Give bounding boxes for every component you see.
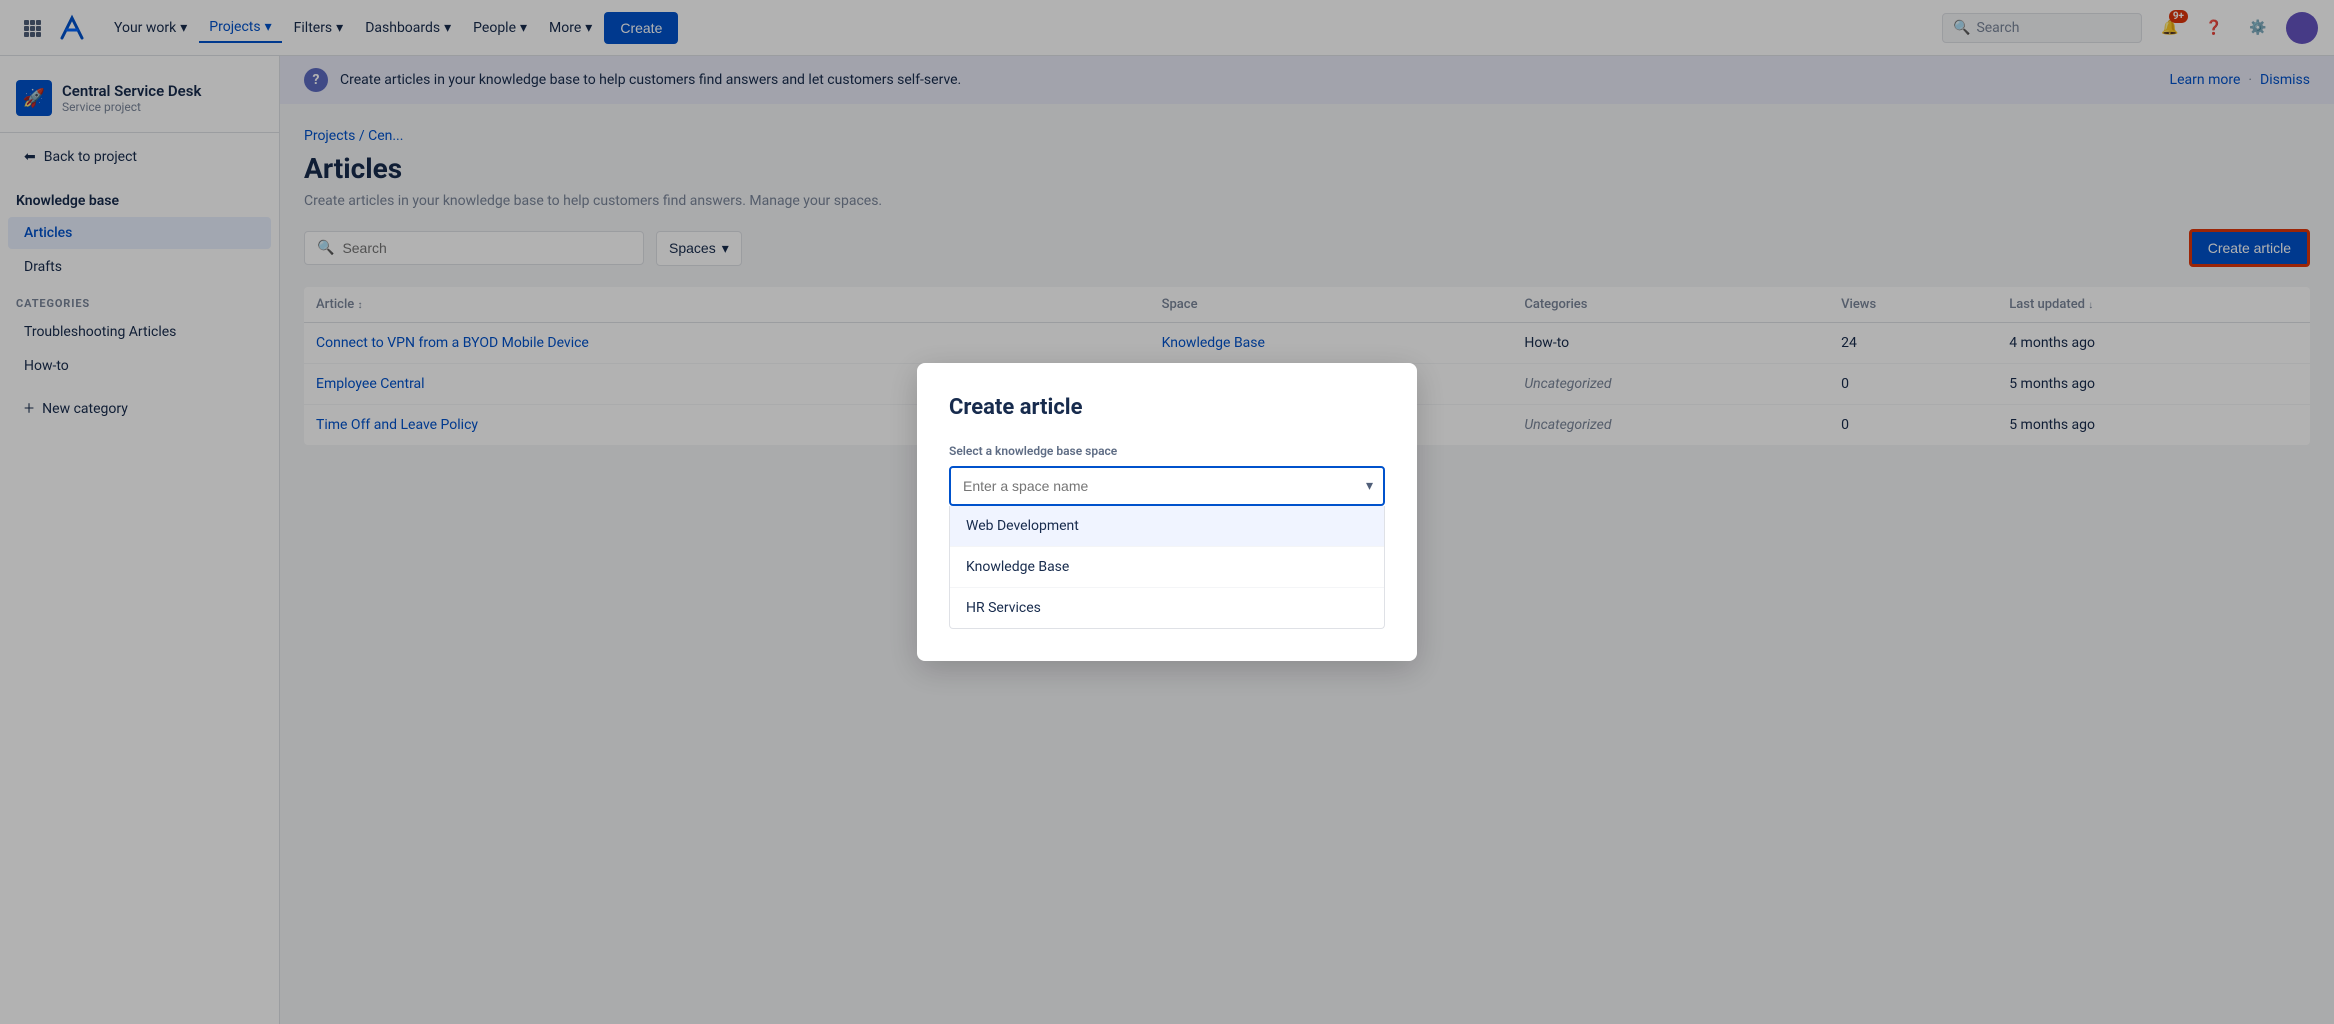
dropdown-option-hr-services[interactable]: HR Services bbox=[950, 588, 1384, 628]
modal-select-label: Select a knowledge base space bbox=[949, 444, 1385, 458]
modal-select-wrapper: ▾ bbox=[949, 466, 1385, 506]
space-dropdown: Web Development Knowledge Base HR Servic… bbox=[949, 506, 1385, 629]
dropdown-option-knowledge-base[interactable]: Knowledge Base bbox=[950, 547, 1384, 588]
space-name-input[interactable] bbox=[949, 466, 1385, 506]
create-article-modal: Create article Select a knowledge base s… bbox=[917, 363, 1417, 661]
dropdown-option-web-development[interactable]: Web Development bbox=[950, 506, 1384, 547]
modal-title: Create article bbox=[949, 395, 1385, 420]
modal-overlay[interactable]: Create article Select a knowledge base s… bbox=[0, 0, 2334, 1024]
